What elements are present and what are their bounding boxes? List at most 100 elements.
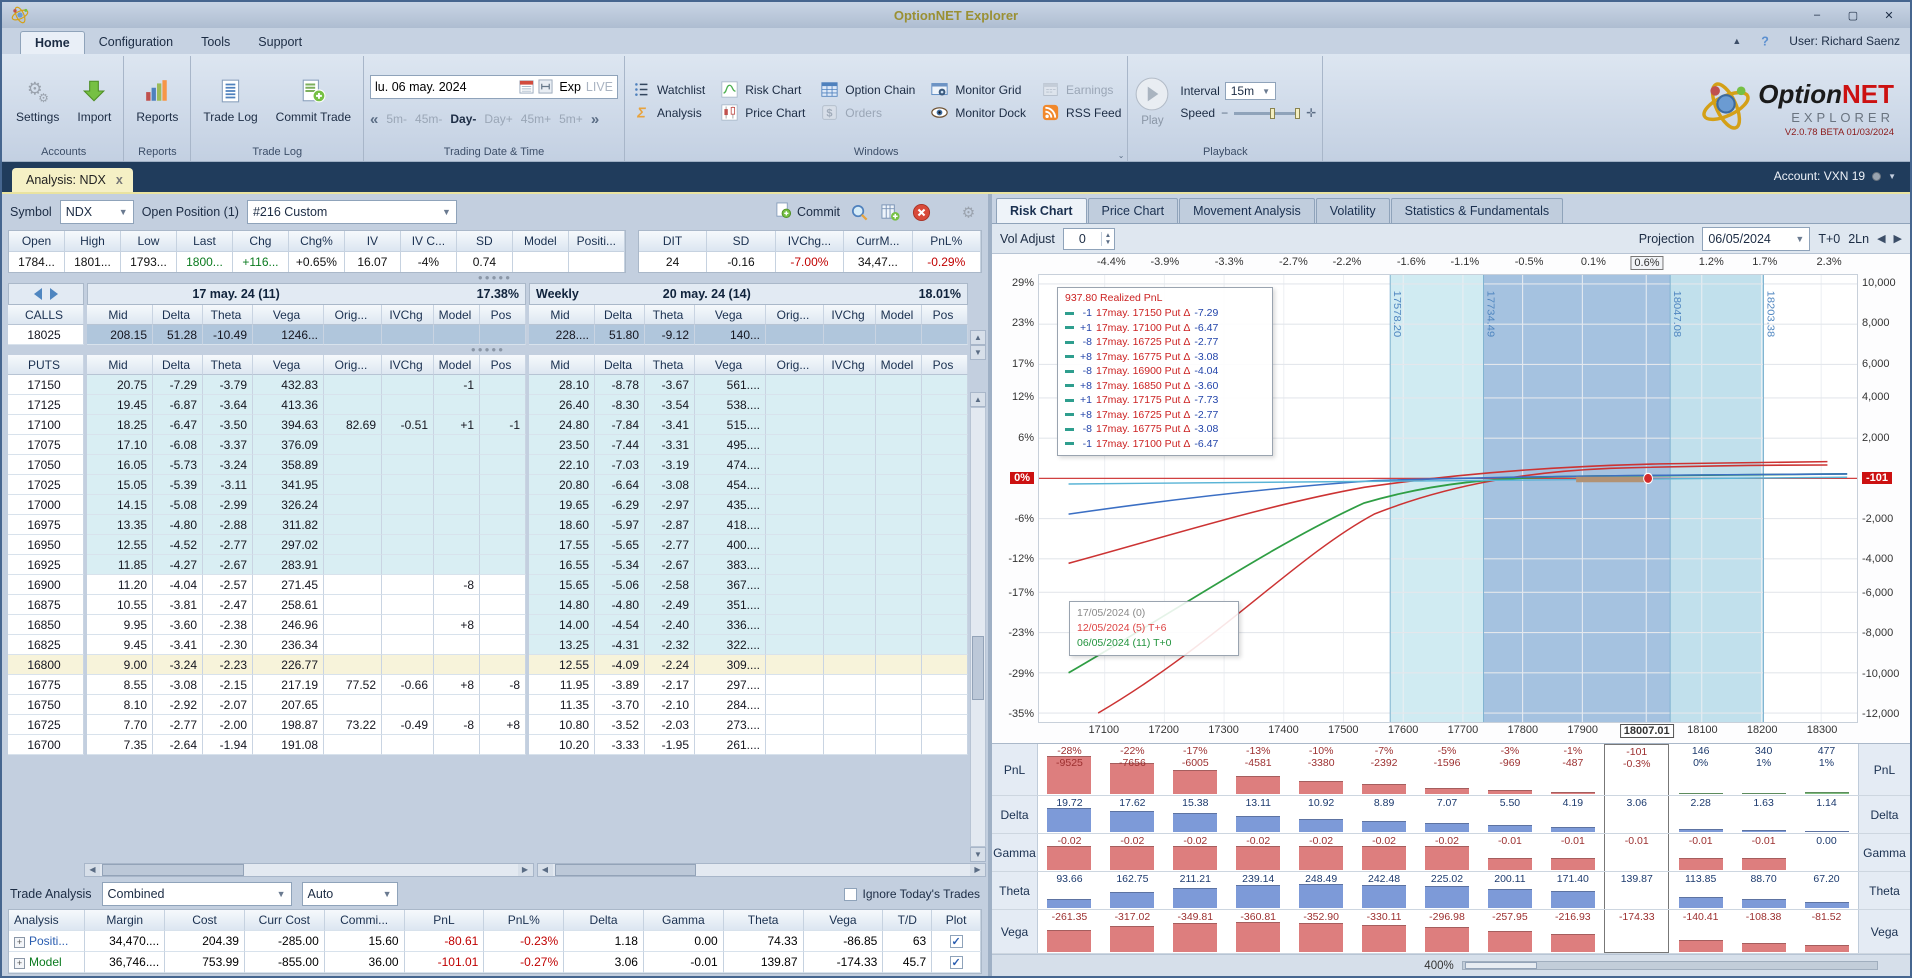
- chain-cell[interactable]: 15.65: [529, 575, 595, 595]
- plot-checkbox[interactable]: ✓: [949, 935, 963, 948]
- chain-cell[interactable]: 217.19: [253, 675, 324, 695]
- chain-cell[interactable]: [382, 655, 434, 675]
- greeks-cell[interactable]: -216.93: [1541, 910, 1604, 953]
- chain-cell[interactable]: [824, 415, 876, 435]
- chain-cell[interactable]: -8: [434, 715, 480, 735]
- chain-cell[interactable]: 538....: [695, 395, 766, 415]
- chain-cell[interactable]: [434, 455, 480, 475]
- chain-cell[interactable]: [824, 595, 876, 615]
- chain-cell[interactable]: -2.64: [153, 735, 203, 755]
- chain-cell[interactable]: [324, 455, 382, 475]
- chain-cell[interactable]: [480, 395, 526, 415]
- ta-plot-cell[interactable]: ✓: [932, 931, 982, 952]
- chain-cell[interactable]: [324, 325, 382, 345]
- chain-cell[interactable]: [766, 535, 824, 555]
- chain-cell[interactable]: -2.17: [645, 675, 695, 695]
- chain-cell[interactable]: -3.08: [645, 475, 695, 495]
- chain-cell[interactable]: [324, 375, 382, 395]
- chain-cell[interactable]: 273....: [695, 715, 766, 735]
- chain-cell[interactable]: [382, 435, 434, 455]
- chain-cell[interactable]: 15.05: [87, 475, 153, 495]
- chain-cell[interactable]: 9.45: [87, 635, 153, 655]
- chain-cell[interactable]: 236.34: [253, 635, 324, 655]
- chain-cell[interactable]: 11.20: [87, 575, 153, 595]
- chain-cell[interactable]: [382, 575, 434, 595]
- strike-cell[interactable]: 16925: [8, 555, 84, 575]
- step-forward-icon[interactable]: »: [591, 111, 599, 128]
- greeks-cell[interactable]: -0.02: [1290, 834, 1353, 871]
- strike-cell[interactable]: 16900: [8, 575, 84, 595]
- greeks-cell[interactable]: -0.02: [1227, 834, 1290, 871]
- exp-label[interactable]: Exp: [559, 80, 581, 94]
- tab-volatility[interactable]: Volatility: [1315, 198, 1390, 223]
- strike-cell[interactable]: 16875: [8, 595, 84, 615]
- chain-cell[interactable]: [922, 595, 968, 615]
- scroll-down-icon[interactable]: ▼: [970, 345, 986, 360]
- chain-cell[interactable]: 367....: [695, 575, 766, 595]
- chain-cell[interactable]: -2.47: [203, 595, 253, 615]
- chain-cell[interactable]: -3.08: [153, 675, 203, 695]
- strike-cell[interactable]: 17000: [8, 495, 84, 515]
- greeks-cell[interactable]: 162.75: [1101, 872, 1164, 909]
- chain-cell[interactable]: [480, 535, 526, 555]
- chain-cell[interactable]: [480, 555, 526, 575]
- chain-scrollbar[interactable]: ▲ ▼ ▲ ▼: [970, 283, 986, 862]
- step-45m+[interactable]: 45m+: [521, 112, 551, 126]
- chain-cell[interactable]: [922, 495, 968, 515]
- chain-cell[interactable]: [382, 375, 434, 395]
- chain-cell[interactable]: -2.49: [645, 595, 695, 615]
- search-icon[interactable]: [848, 201, 871, 224]
- chain-cell[interactable]: -2.40: [645, 615, 695, 635]
- chain-cell[interactable]: [382, 475, 434, 495]
- greeks-cell[interactable]: 19.72: [1038, 796, 1101, 833]
- chain-hscrollbar[interactable]: ◀ ▶ ◀ ▶: [8, 863, 986, 877]
- chain-cell[interactable]: -3.52: [595, 715, 645, 735]
- step-Day-[interactable]: Day-: [450, 112, 476, 126]
- chain-cell[interactable]: 51.80: [595, 325, 645, 345]
- interval-select[interactable]: 15m ▼: [1224, 82, 1277, 100]
- ta-row[interactable]: + Model 36,746.... 753.99 -855.00 36.00 -101.0…: [9, 952, 982, 973]
- chain-cell[interactable]: -4.54: [595, 615, 645, 635]
- chain-cell[interactable]: -2.77: [645, 535, 695, 555]
- chain-cell[interactable]: -8.78: [595, 375, 645, 395]
- chain-cell[interactable]: 51.28: [153, 325, 203, 345]
- projection-date-select[interactable]: 06/05/2024 ▼: [1702, 226, 1811, 251]
- chain-cell[interactable]: [382, 395, 434, 415]
- minimize-button[interactable]: –: [1800, 5, 1834, 25]
- puts-row[interactable]: 17100 18.25 -6.47 -3.50 394.63 82.69 -0.51 +1 -1…: [8, 415, 968, 435]
- chain-cell[interactable]: 12.55: [87, 535, 153, 555]
- chain-cell[interactable]: -2.99: [203, 495, 253, 515]
- chain-cell[interactable]: [434, 535, 480, 555]
- chain-cell[interactable]: -2.32: [645, 635, 695, 655]
- window-button-watchlist[interactable]: Watchlist: [631, 79, 705, 100]
- strike-cell[interactable]: 16825: [8, 635, 84, 655]
- chain-cell[interactable]: -3.81: [153, 595, 203, 615]
- chain-cell[interactable]: 261....: [695, 735, 766, 755]
- chain-cell[interactable]: [876, 415, 922, 435]
- tab-price-chart[interactable]: Price Chart: [1087, 198, 1179, 223]
- puts-row[interactable]: 17000 14.15 -5.08 -2.99 326.24 19.65 -6.29 -2.9…: [8, 495, 968, 515]
- chain-cell[interactable]: 283.91: [253, 555, 324, 575]
- zoom-slider-thumb[interactable]: [1464, 962, 1537, 969]
- greeks-cell[interactable]: 211.21: [1164, 872, 1227, 909]
- chain-cell[interactable]: -8: [434, 575, 480, 595]
- chain-cell[interactable]: -2.07: [203, 695, 253, 715]
- chain-cell[interactable]: 376.09: [253, 435, 324, 455]
- account-selector[interactable]: Account: VXN 19 ▼: [1774, 169, 1896, 183]
- chain-cell[interactable]: -8: [480, 675, 526, 695]
- chain-cell[interactable]: -9.12: [645, 325, 695, 345]
- chain-cell[interactable]: -3.19: [645, 455, 695, 475]
- window-button-option-chain[interactable]: Option Chain: [819, 79, 915, 100]
- ta-plot-cell[interactable]: ✓: [932, 952, 982, 973]
- chain-cell[interactable]: [766, 655, 824, 675]
- chain-cell[interactable]: [766, 455, 824, 475]
- chain-cell[interactable]: 271.45: [253, 575, 324, 595]
- menu-tab-configuration[interactable]: Configuration: [85, 31, 187, 54]
- chain-cell[interactable]: [766, 515, 824, 535]
- chain-cell[interactable]: 7.70: [87, 715, 153, 735]
- chain-cell[interactable]: -4.27: [153, 555, 203, 575]
- plot-checkbox[interactable]: ✓: [949, 956, 963, 969]
- chain-cell[interactable]: [922, 375, 968, 395]
- greeks-cell[interactable]: -7% -2392: [1353, 744, 1416, 795]
- chain-cell[interactable]: 22.10: [529, 455, 595, 475]
